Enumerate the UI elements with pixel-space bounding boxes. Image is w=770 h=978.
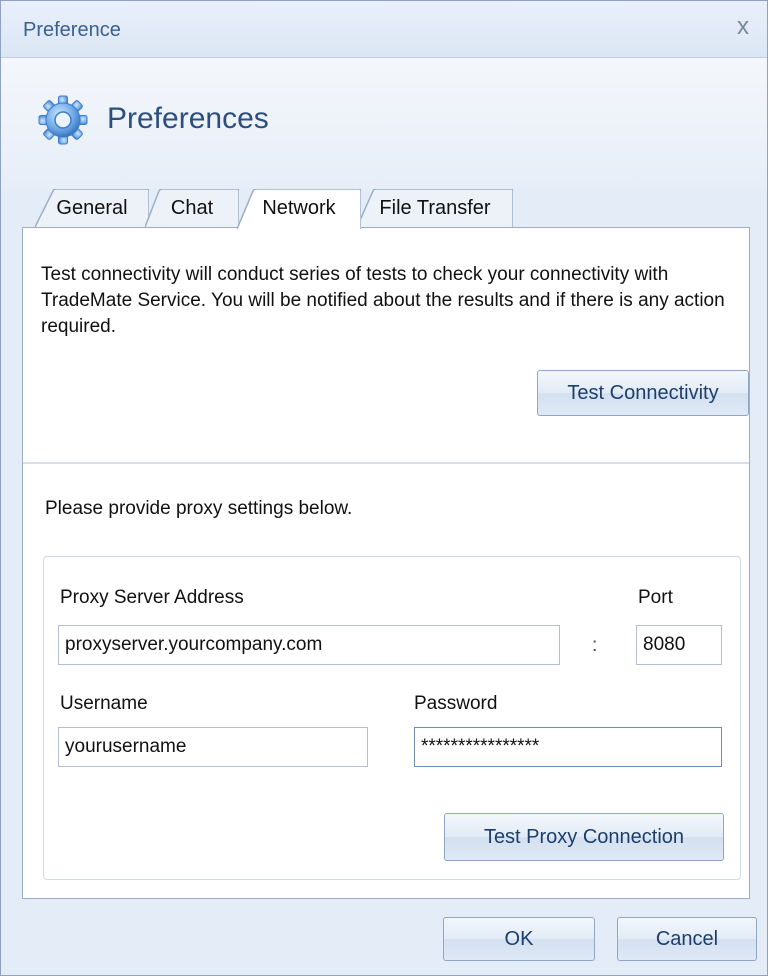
dialog-header: Preferences bbox=[1, 58, 767, 188]
gear-icon bbox=[38, 95, 88, 145]
tab-chat-label: Chat bbox=[170, 197, 214, 219]
network-tab-panel: Test connectivity will conduct series of… bbox=[22, 227, 750, 899]
proxy-server-input[interactable] bbox=[58, 625, 560, 665]
proxy-settings-group: Proxy Server Address Port : Username Pas… bbox=[43, 556, 741, 880]
port-separator: : bbox=[592, 635, 598, 656]
username-label: Username bbox=[60, 693, 148, 714]
ok-button[interactable]: OK bbox=[443, 917, 595, 961]
preference-dialog: Preference x Preferences General Chat Ne… bbox=[0, 0, 768, 976]
tab-network-label: Network bbox=[262, 197, 336, 219]
proxy-intro-text: Please provide proxy settings below. bbox=[45, 498, 353, 519]
title-bar: Preference x bbox=[1, 1, 767, 58]
proxy-server-label: Proxy Server Address bbox=[60, 587, 244, 608]
close-icon[interactable]: x bbox=[731, 15, 755, 39]
dialog-heading: Preferences bbox=[107, 102, 269, 135]
tab-file-transfer-label: File Transfer bbox=[379, 197, 491, 219]
test-connectivity-button[interactable]: Test Connectivity bbox=[537, 370, 749, 416]
tab-network[interactable]: Network bbox=[237, 189, 361, 229]
password-label: Password bbox=[414, 693, 498, 714]
window-title: Preference bbox=[23, 19, 121, 41]
port-input[interactable] bbox=[636, 625, 722, 665]
cancel-button[interactable]: Cancel bbox=[617, 917, 757, 961]
port-label: Port bbox=[638, 587, 673, 608]
test-proxy-connection-button[interactable]: Test Proxy Connection bbox=[444, 813, 724, 861]
password-input[interactable] bbox=[414, 727, 722, 767]
tab-general-label: General bbox=[56, 197, 128, 219]
tab-file-transfer[interactable]: File Transfer bbox=[357, 189, 513, 227]
tab-chat[interactable]: Chat bbox=[145, 189, 239, 227]
connectivity-description: Test connectivity will conduct series of… bbox=[41, 264, 725, 337]
username-input[interactable] bbox=[58, 727, 368, 767]
tab-general[interactable]: General bbox=[35, 189, 149, 227]
section-divider bbox=[23, 462, 749, 464]
